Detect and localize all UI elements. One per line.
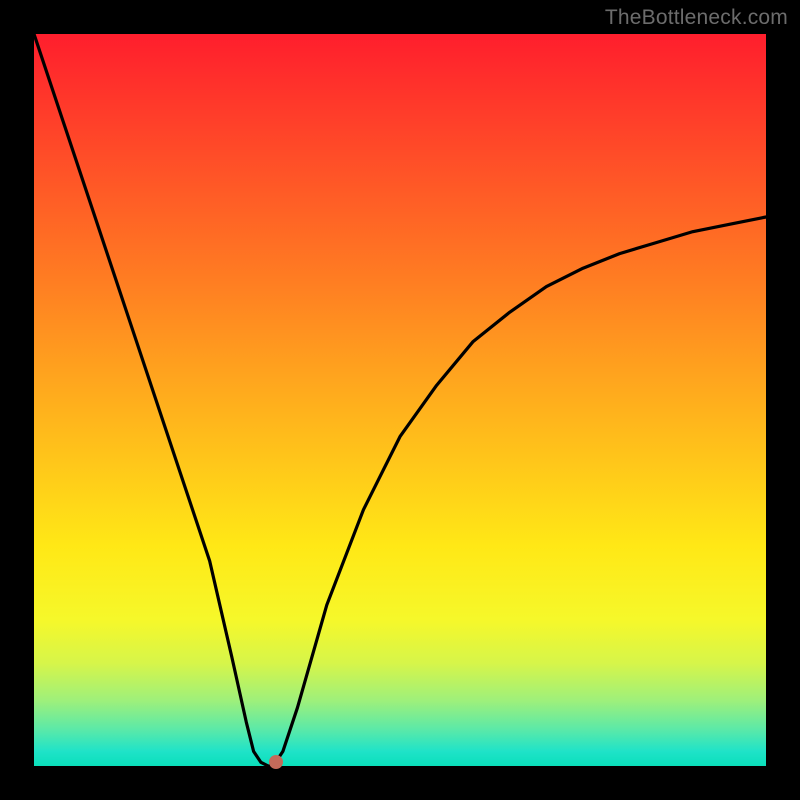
min-marker xyxy=(269,755,283,769)
attribution-text: TheBottleneck.com xyxy=(605,6,788,30)
bottleneck-curve xyxy=(34,34,766,766)
chart-frame: TheBottleneck.com xyxy=(0,0,800,800)
